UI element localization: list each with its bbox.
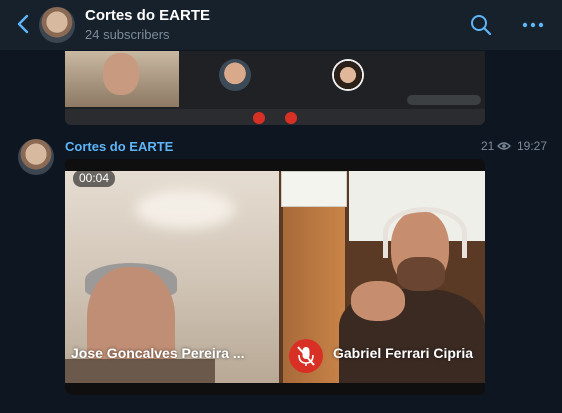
channel-title[interactable]: Cortes do EARTE [85, 7, 210, 24]
video-letterbox [65, 159, 485, 171]
video-message[interactable]: Jose Goncalves Pereira ... Gabriel Ferra… [65, 159, 485, 395]
meet-participant-face [103, 53, 139, 95]
previous-message-image[interactable] [65, 51, 485, 125]
more-options-button[interactable] [521, 14, 545, 36]
meet-control-bar [65, 109, 485, 125]
message-views: 21 [481, 139, 512, 153]
participant-name-right: Gabriel Ferrari Cipria [333, 345, 474, 361]
chat-header: Cortes do EARTE 24 subscribers [0, 0, 562, 51]
back-button[interactable] [14, 12, 34, 36]
headphones [383, 207, 467, 258]
search-icon [471, 15, 492, 36]
participant-hand [351, 281, 405, 321]
message-list[interactable]: Cortes do EARTE 21 19:27 Jose Goncalves … [0, 51, 562, 413]
message-time: 19:27 [517, 139, 548, 153]
message-avatar[interactable] [18, 139, 54, 175]
mic-off-icon [297, 346, 315, 366]
search-button[interactable] [469, 13, 493, 37]
view-count: 21 [481, 139, 495, 153]
subscriber-count: 24 subscribers [85, 27, 170, 42]
video-duration: 00:04 [73, 170, 116, 187]
channel-avatar[interactable] [39, 7, 75, 43]
video-letterbox [65, 383, 485, 395]
message-author[interactable]: Cortes do EARTE [65, 139, 173, 154]
meet-hangup-button [285, 112, 297, 124]
participant-beard [397, 257, 445, 291]
more-icon [522, 22, 544, 28]
eye-icon [497, 142, 512, 150]
meet-participant-avatar [219, 59, 251, 91]
meet-mic-button [253, 112, 265, 124]
participant-name-left: Jose Goncalves Pereira ... [71, 345, 245, 361]
meet-chat-box [407, 95, 481, 105]
ceiling-light [135, 189, 235, 229]
meet-participant-avatar [332, 59, 364, 91]
back-arrow-icon [17, 14, 29, 34]
whiteboard [281, 171, 347, 207]
mic-muted-indicator [289, 339, 323, 373]
